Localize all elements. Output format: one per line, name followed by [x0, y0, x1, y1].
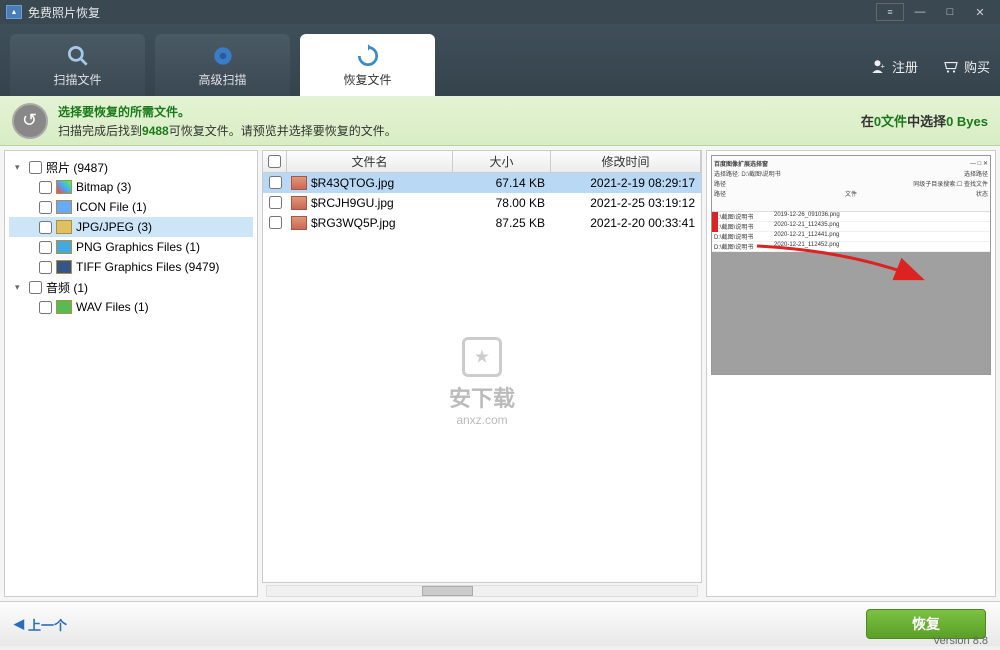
tree-item[interactable]: TIFF Graphics Files (9479)	[9, 257, 253, 277]
magnifier-icon	[65, 43, 91, 69]
select-all-checkbox[interactable]	[268, 155, 281, 168]
file-list: 文件名 大小 修改时间 $R43QTOG.jpg67.14 KB2021-2-1…	[262, 150, 702, 583]
buy-button[interactable]: 购买	[942, 57, 990, 76]
filetype-icon	[56, 220, 72, 234]
user-icon: +	[870, 58, 888, 76]
tree-checkbox[interactable]	[39, 221, 52, 234]
selection-status: 在0文件中选择0 Byes	[861, 111, 988, 130]
tab-scan[interactable]: 扫描文件	[10, 34, 145, 96]
tree-checkbox[interactable]	[39, 241, 52, 254]
gear-icon	[210, 43, 236, 69]
close-button[interactable]: ✕	[966, 3, 994, 21]
filetype-icon	[56, 300, 72, 314]
maximize-button[interactable]: □	[936, 3, 964, 21]
tree-checkbox[interactable]	[39, 201, 52, 214]
main-area: ▾ 照片 (9487) Bitmap (3)ICON File (1)JPG/J…	[0, 146, 1000, 601]
minimize-button[interactable]: —	[906, 3, 934, 21]
arrow-left-icon: ◀	[14, 616, 24, 632]
info-bar: 选择要恢复的所需文件。 扫描完成后找到9488可恢复文件。请预览并选择要恢复的文…	[0, 96, 1000, 146]
titlebar: 免费照片恢复 ≡ — □ ✕	[0, 0, 1000, 24]
tab-recover[interactable]: 恢复文件	[300, 34, 435, 96]
prev-button[interactable]: ◀ 上一个	[14, 615, 67, 634]
tree-item[interactable]: JPG/JPEG (3)	[9, 217, 253, 237]
tree-item[interactable]: PNG Graphics Files (1)	[9, 237, 253, 257]
info-desc: 扫描完成后找到9488可恢复文件。请预览并选择要恢复的文件。	[58, 122, 397, 139]
svg-text:+: +	[880, 61, 885, 70]
refresh-disk-icon	[12, 103, 48, 139]
tree-category-audio[interactable]: ▾ 音频 (1)	[9, 277, 253, 297]
col-date[interactable]: 修改时间	[551, 151, 701, 172]
preview-image: 百度图像扩展选择窗— □ ✕ 选择路径: D:\截图\说明书选择路径 路径同级子…	[711, 155, 991, 375]
tree-checkbox[interactable]	[29, 281, 42, 294]
info-title: 选择要恢复的所需文件。	[58, 103, 397, 120]
tree-item[interactable]: Bitmap (3)	[9, 177, 253, 197]
tree-checkbox[interactable]	[39, 181, 52, 194]
preview-pane: 百度图像扩展选择窗— □ ✕ 选择路径: D:\截图\说明书选择路径 路径同级子…	[706, 150, 996, 597]
tab-label: 恢复文件	[343, 71, 391, 88]
filetype-icon	[56, 180, 72, 194]
tree-item[interactable]: WAV Files (1)	[9, 297, 253, 317]
footer: ◀ 上一个 恢复	[0, 601, 1000, 646]
tab-label: 高级扫描	[198, 71, 246, 88]
watermark: 安下载 anxz.com	[449, 337, 515, 427]
horizontal-scrollbar[interactable]	[266, 585, 698, 597]
red-arrow-icon	[752, 241, 932, 291]
cart-icon	[942, 58, 960, 76]
tab-label: 扫描文件	[53, 71, 101, 88]
col-name[interactable]: 文件名	[287, 151, 453, 172]
file-header: 文件名 大小 修改时间	[263, 151, 701, 173]
category-tree[interactable]: ▾ 照片 (9487) Bitmap (3)ICON File (1)JPG/J…	[4, 150, 258, 597]
version-label: Version 8.8	[933, 635, 988, 647]
row-checkbox[interactable]	[269, 176, 282, 189]
tree-category-photo[interactable]: ▾ 照片 (9487)	[9, 157, 253, 177]
col-size[interactable]: 大小	[453, 151, 551, 172]
file-row[interactable]: $RG3WQ5P.jpg87.25 KB2021-2-20 00:33:41	[263, 213, 701, 233]
tree-item[interactable]: ICON File (1)	[9, 197, 253, 217]
menu-button[interactable]: ≡	[876, 3, 904, 21]
refresh-icon	[355, 43, 381, 69]
app-title: 免费照片恢复	[28, 4, 100, 21]
thumbnail-icon	[291, 196, 307, 210]
lock-icon	[462, 337, 502, 377]
row-checkbox[interactable]	[269, 196, 282, 209]
collapse-icon[interactable]: ▾	[15, 162, 25, 173]
thumbnail-icon	[291, 216, 307, 230]
tree-checkbox[interactable]	[39, 261, 52, 274]
tree-checkbox[interactable]	[29, 161, 42, 174]
filetype-icon	[56, 260, 72, 274]
collapse-icon[interactable]: ▾	[15, 282, 25, 293]
register-button[interactable]: + 注册	[870, 57, 918, 76]
row-checkbox[interactable]	[269, 216, 282, 229]
file-row[interactable]: $R43QTOG.jpg67.14 KB2021-2-19 08:29:17	[263, 173, 701, 193]
thumbnail-icon	[291, 176, 307, 190]
app-icon	[6, 5, 22, 19]
scroll-thumb[interactable]	[422, 586, 474, 596]
toolbar: 扫描文件 高级扫描 恢复文件 + 注册 购买	[0, 24, 1000, 96]
tree-checkbox[interactable]	[39, 301, 52, 314]
filetype-icon	[56, 240, 72, 254]
file-row[interactable]: $RCJH9GU.jpg78.00 KB2021-2-25 03:19:12	[263, 193, 701, 213]
tab-advanced[interactable]: 高级扫描	[155, 34, 290, 96]
filetype-icon	[56, 200, 72, 214]
